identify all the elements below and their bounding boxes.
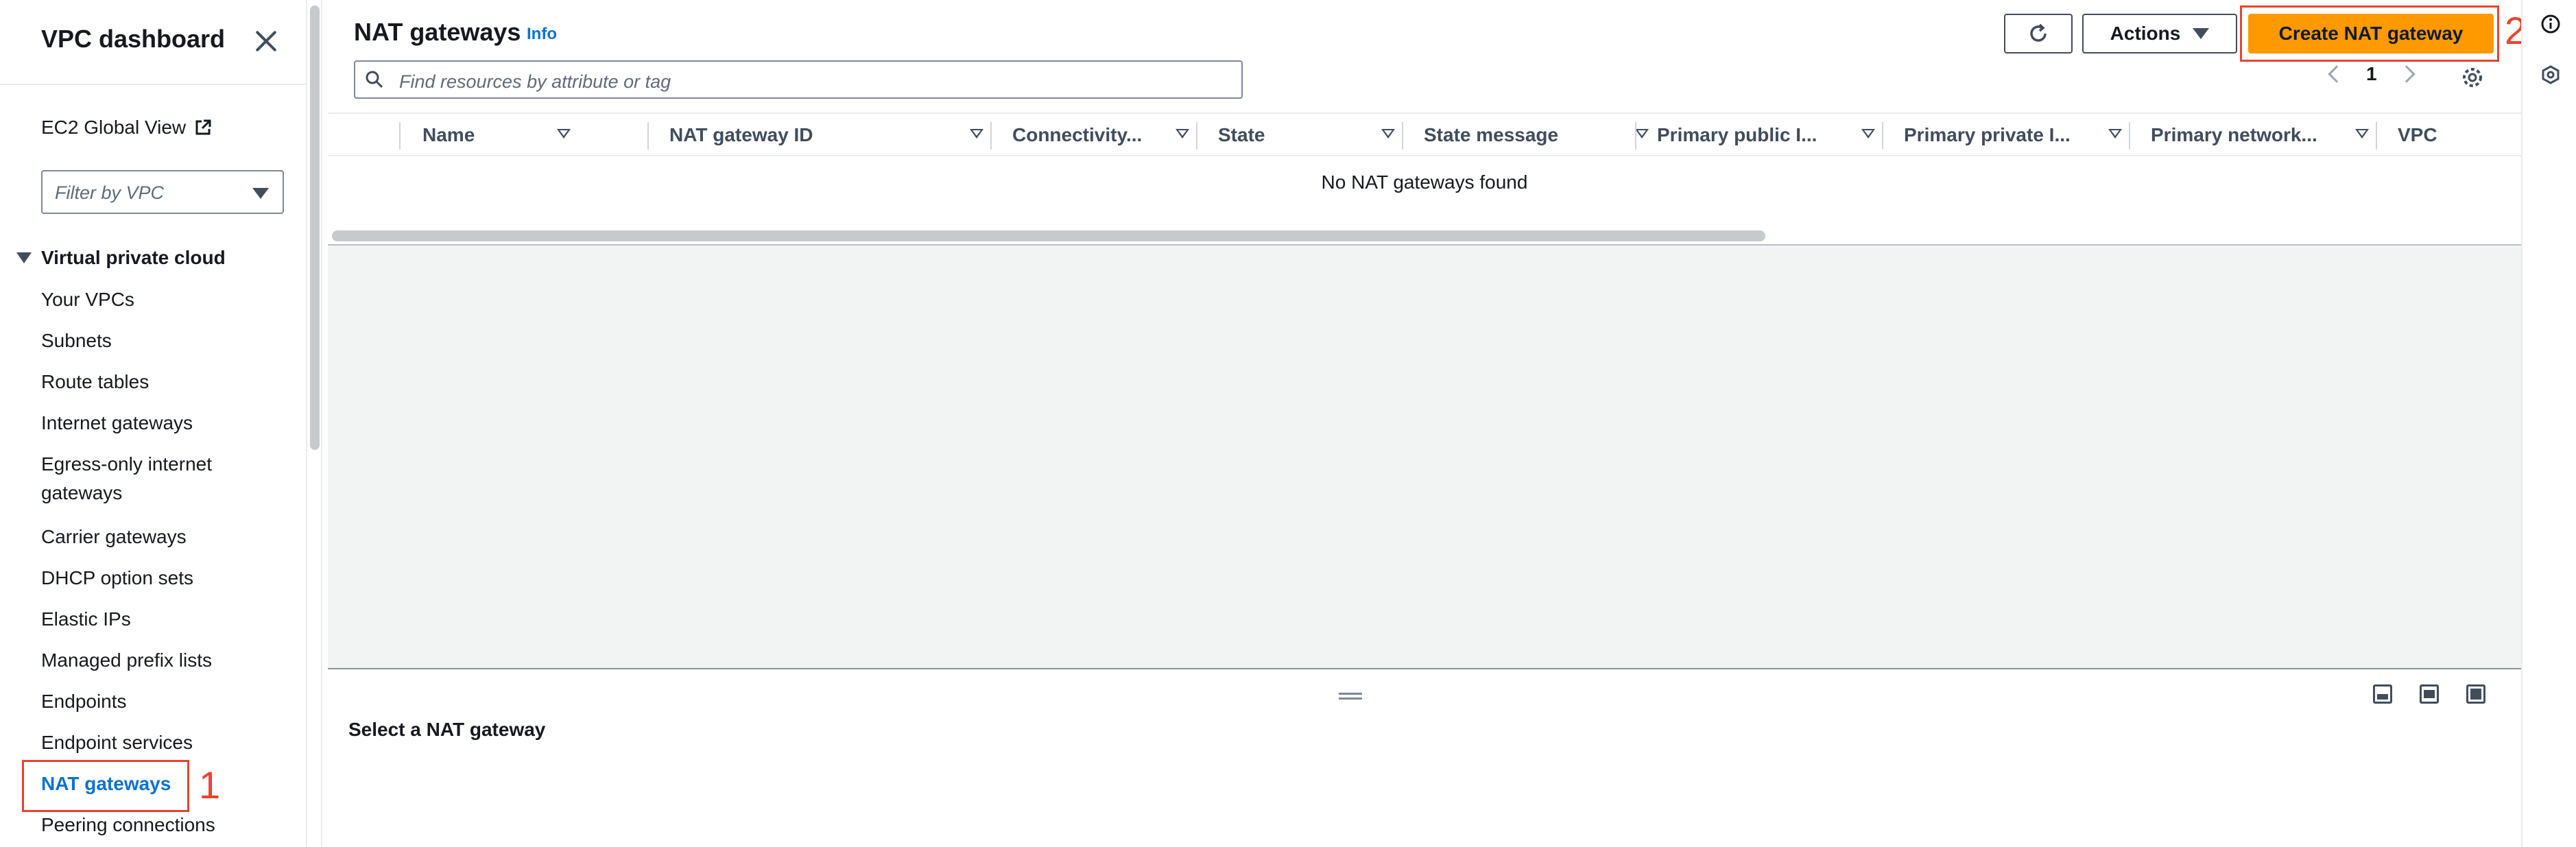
tools-rail <box>2521 0 2576 847</box>
panel-bottom-icon[interactable] <box>2373 684 2392 704</box>
column-label: Connectivity... <box>1012 124 1143 145</box>
sidebar-item-dhcp-option-sets[interactable]: DHCP option sets <box>41 564 193 593</box>
info-link[interactable]: Info <box>527 25 557 44</box>
caret-down-icon <box>16 252 32 263</box>
column-label: State <box>1218 124 1265 145</box>
panel-side-icon[interactable] <box>2420 684 2439 704</box>
table-header: Name NAT gateway ID Connectivity... Stat… <box>328 112 2521 156</box>
column-label: Primary network... <box>2151 124 2317 145</box>
column-header-name[interactable]: Name <box>422 114 583 156</box>
sidebar-item-carrier-gateways[interactable]: Carrier gateways <box>41 523 187 551</box>
empty-state-message: No NAT gateways found <box>1321 171 1528 193</box>
sidebar-scrollbar-thumb[interactable] <box>310 5 320 450</box>
sidebar-item-endpoint-services[interactable]: Endpoint services <box>41 728 193 757</box>
ec2-global-view-link[interactable]: EC2 Global View <box>41 117 212 139</box>
sidebar-item-egress-only-internet-gateways[interactable]: Egress-only internet <box>41 450 212 479</box>
sort-icon <box>970 129 983 139</box>
column-separator[interactable] <box>2376 122 2377 150</box>
sort-icon <box>1381 129 1395 139</box>
chevron-right-icon[interactable] <box>2397 65 2416 83</box>
column-label: NAT gateway ID <box>669 124 813 145</box>
sidebar-item-route-tables[interactable]: Route tables <box>41 368 149 396</box>
column-label: Primary private I... <box>1904 124 2071 145</box>
column-header-state[interactable]: State <box>1218 114 1407 156</box>
column-separator <box>399 122 401 150</box>
gear-icon[interactable] <box>2461 66 2484 89</box>
column-header-connectivity[interactable]: Connectivity... <box>1012 114 1202 156</box>
refresh-button[interactable] <box>2004 14 2073 53</box>
column-separator[interactable] <box>1635 122 1636 150</box>
column-header-state-message[interactable]: State message <box>1424 114 1661 156</box>
annotation-number-1: 1 <box>199 763 221 807</box>
split-panel-title: Select a NAT gateway <box>348 719 546 740</box>
main-content: NAT gateways Info Actions Create NAT gat… <box>328 0 2526 847</box>
sidebar: VPC dashboard EC2 Global View Filter by … <box>0 0 307 847</box>
sidebar-item-peering-connections[interactable]: Peering connections <box>41 811 215 839</box>
column-separator[interactable] <box>2129 122 2130 150</box>
hexagon-settings-icon[interactable] <box>2540 64 2561 85</box>
chevron-left-icon[interactable] <box>2328 65 2346 83</box>
actions-label: Actions <box>2110 23 2181 44</box>
column-separator[interactable] <box>1882 122 1883 150</box>
search-placeholder: Find resources by attribute or tag <box>399 71 671 92</box>
panel-maximize-icon[interactable] <box>2466 684 2485 704</box>
column-header-primary-public-ip[interactable]: Primary public I... <box>1657 114 1887 156</box>
sort-icon <box>1176 129 1189 139</box>
sidebar-title: VPC dashboard <box>41 25 226 53</box>
sort-icon <box>2108 129 2122 139</box>
sort-icon <box>2355 129 2369 139</box>
column-label: Name <box>422 124 475 145</box>
sidebar-item-managed-prefix-lists[interactable]: Managed prefix lists <box>41 646 212 675</box>
ec2-global-view-label: EC2 Global View <box>41 117 187 138</box>
sidebar-item-your-vpcs[interactable]: Your VPCs <box>41 285 134 314</box>
actions-button[interactable]: Actions <box>2082 14 2237 53</box>
sort-icon <box>1635 129 1649 139</box>
column-header-nat-gateway-id[interactable]: NAT gateway ID <box>669 114 996 156</box>
section-label: Virtual private cloud <box>41 247 226 268</box>
column-separator[interactable] <box>1196 122 1197 150</box>
sort-icon <box>1861 129 1875 139</box>
page-number[interactable]: 1 <box>2366 63 2377 85</box>
sidebar-item-egress-only-internet-gateways-line2[interactable]: gateways <box>41 479 122 508</box>
column-label: Primary public I... <box>1657 124 1817 145</box>
content-background <box>328 246 2521 669</box>
pagination: 1 <box>2328 63 2416 85</box>
caret-down-icon <box>2193 28 2210 39</box>
section-virtual-private-cloud[interactable]: Virtual private cloud <box>16 247 226 269</box>
sort-icon <box>557 129 571 139</box>
column-label: VPC <box>2398 124 2437 145</box>
filter-by-vpc-placeholder: Filter by VPC <box>55 182 165 203</box>
close-icon[interactable] <box>252 27 280 55</box>
annotation-box-1 <box>22 760 189 812</box>
column-separator[interactable] <box>647 122 649 150</box>
filter-by-vpc-select[interactable]: Filter by VPC <box>41 170 284 214</box>
table-horizontal-scrollbar[interactable] <box>332 230 1765 241</box>
column-header-vpc[interactable]: VPC <box>2398 114 2514 156</box>
caret-down-icon <box>252 188 269 199</box>
sidebar-item-endpoints[interactable]: Endpoints <box>41 687 127 716</box>
column-separator[interactable] <box>1402 122 1403 150</box>
page-title: NAT gateways <box>354 18 521 46</box>
column-header-primary-network[interactable]: Primary network... <box>2151 114 2381 156</box>
column-separator[interactable] <box>990 122 992 150</box>
column-label: State message <box>1424 124 1559 145</box>
search-icon <box>366 71 383 88</box>
sidebar-item-elastic-ips[interactable]: Elastic IPs <box>41 605 131 634</box>
column-header-primary-private-ip[interactable]: Primary private I... <box>1904 114 2134 156</box>
split-panel: Select a NAT gateway <box>328 671 2521 847</box>
sidebar-item-subnets[interactable]: Subnets <box>41 326 112 355</box>
search-field[interactable]: Find resources by attribute or tag <box>354 60 1243 99</box>
refresh-icon <box>2030 23 2047 42</box>
annotation-box-2 <box>2240 5 2499 62</box>
info-icon[interactable] <box>2540 14 2561 34</box>
resize-handle-icon[interactable] <box>1339 693 1362 700</box>
external-link-icon <box>195 119 211 135</box>
sidebar-divider <box>0 84 307 85</box>
sidebar-item-internet-gateways[interactable]: Internet gateways <box>41 409 193 438</box>
